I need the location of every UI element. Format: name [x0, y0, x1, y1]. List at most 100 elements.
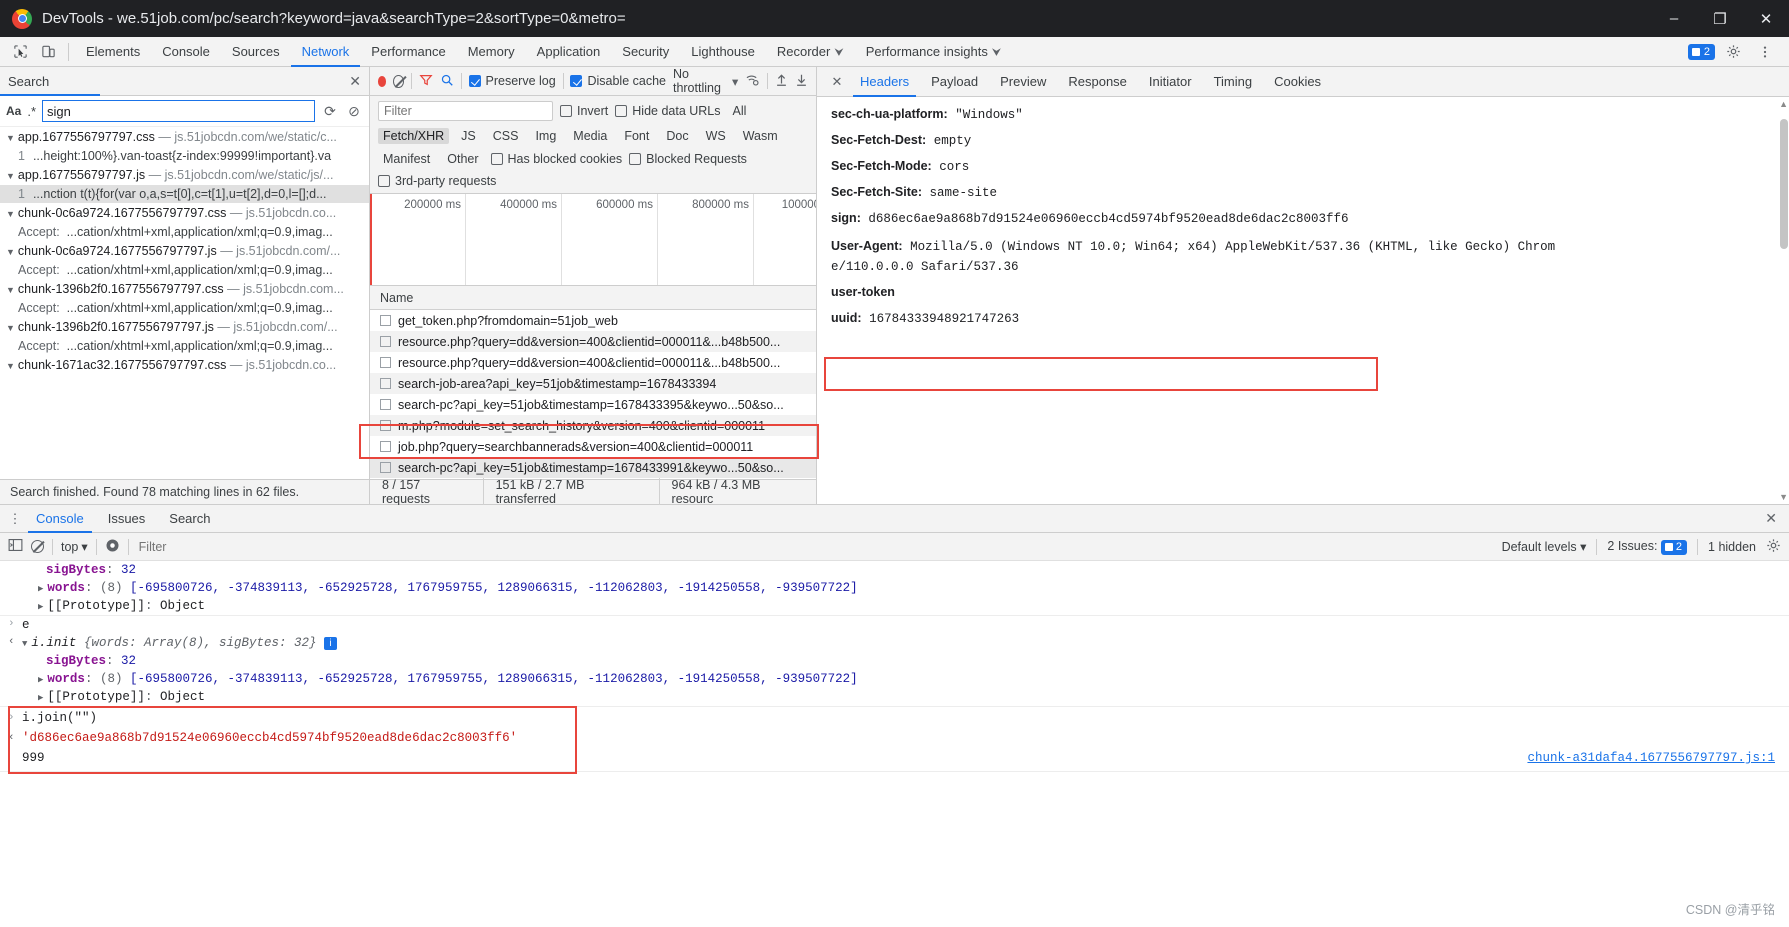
network-overview-timeline[interactable]: 200000 ms 400000 ms 600000 ms 800000 ms 1000… — [370, 194, 816, 286]
info-icon[interactable]: i — [324, 637, 337, 650]
kebab-menu-icon[interactable] — [1751, 39, 1779, 65]
resource-type-doc[interactable]: Doc — [661, 128, 693, 144]
maximize-button[interactable]: ❐ — [1697, 0, 1743, 37]
search-result-file[interactable]: ▼ chunk-1396b2f0.1677556797797.css — js.5… — [0, 279, 369, 299]
tab-console[interactable]: Console — [151, 37, 221, 67]
tab-cookies[interactable]: Cookies — [1263, 67, 1332, 97]
resource-type-all[interactable]: All — [728, 103, 752, 119]
resource-type-img[interactable]: Img — [530, 128, 561, 144]
request-row[interactable]: search-job-area?api_key=51job&timestamp=… — [370, 373, 816, 394]
search-result-line[interactable]: Accept: ...cation/xhtml+xml,application/… — [0, 223, 369, 241]
live-expression-icon[interactable] — [105, 538, 120, 556]
header-row[interactable]: user-token — [831, 285, 1789, 300]
console-sidebar-icon[interactable] — [8, 538, 23, 555]
search-result-file[interactable]: ▼ chunk-1671ac32.1677556797797.css — js.5… — [0, 355, 369, 375]
scroll-up-icon[interactable]: ▲ — [1779, 99, 1788, 109]
resource-type-ws[interactable]: WS — [701, 128, 731, 144]
tab-timing[interactable]: Timing — [1203, 67, 1264, 97]
tab-initiator[interactable]: Initiator — [1138, 67, 1203, 97]
chevron-down-icon[interactable]: ▼ — [6, 361, 15, 371]
resource-type-wasm[interactable]: Wasm — [738, 128, 783, 144]
clear-icon[interactable] — [393, 74, 404, 88]
disable-cache-checkbox[interactable]: Disable cache — [570, 74, 666, 88]
search-results-list[interactable]: ▼ app.1677556797797.css — js.51jobcdn.com… — [0, 127, 369, 479]
clear-console-icon[interactable] — [31, 540, 44, 553]
resource-type-css[interactable]: CSS — [488, 128, 524, 144]
search-result-file[interactable]: ▼ chunk-1396b2f0.1677556797797.js — js.51… — [0, 317, 369, 337]
chevron-down-icon[interactable]: ▾ — [732, 74, 738, 89]
console-issues-link[interactable]: 2 Issues: 2 — [1607, 539, 1688, 555]
network-conditions-icon[interactable] — [745, 73, 760, 89]
network-filter-input[interactable] — [378, 101, 553, 121]
close-drawer-icon[interactable]: ✕ — [1753, 510, 1789, 527]
resource-type-other[interactable]: Other — [442, 151, 483, 167]
hide-data-urls-checkbox[interactable]: Hide data URLs — [615, 104, 721, 118]
tab-performance[interactable]: Performance — [360, 37, 456, 67]
search-icon[interactable] — [440, 73, 454, 90]
close-button[interactable]: ✕ — [1743, 0, 1789, 37]
console-property-row[interactable]: ▶ words: (8) [-695800726, -374839113, -65… — [0, 670, 1789, 688]
console-property-row[interactable]: ▶ words: (8) [-695800726, -374839113, -65… — [0, 579, 1789, 597]
log-levels-select[interactable]: Default levels ▾ — [1502, 539, 1587, 554]
search-result-file[interactable]: ▼ app.1677556797797.css — js.51jobcdn.com… — [0, 127, 369, 147]
drawer-menu-icon[interactable]: ⋮ — [6, 512, 24, 525]
search-input[interactable] — [42, 100, 315, 122]
resource-type-js[interactable]: JS — [456, 128, 481, 144]
header-row[interactable]: uuid: 16784333948921747263 — [831, 311, 1789, 326]
header-row[interactable]: User-Agent: Mozilla/5.0 (Windows NT 10.0… — [831, 239, 1789, 254]
record-icon[interactable] — [378, 75, 387, 87]
regex-toggle[interactable]: .* — [27, 104, 36, 119]
chevron-right-icon[interactable]: ▶ — [38, 602, 43, 612]
search-result-line[interactable]: 1 ...nction t(t){for(var o,a,s=t[0],c=t[1… — [0, 185, 369, 203]
chevron-right-icon[interactable]: ▶ — [38, 693, 43, 703]
chevron-down-icon[interactable]: ▼ — [22, 639, 27, 649]
header-row-sign[interactable]: sign: d686ec6ae9a868b7d91524e06960eccb4c… — [831, 211, 1789, 226]
refresh-icon[interactable]: ⟳ — [321, 103, 339, 120]
invert-checkbox[interactable]: Invert — [560, 104, 608, 118]
close-details-icon[interactable]: ✕ — [825, 74, 849, 90]
throttling-select[interactable]: No throttling — [673, 67, 725, 95]
search-result-line[interactable]: Accept: ...cation/xhtml+xml,application/… — [0, 337, 369, 355]
tab-security[interactable]: Security — [611, 37, 680, 67]
tab-network[interactable]: Network — [290, 37, 361, 67]
request-row[interactable]: job.php?query=searchbannerads&version=40… — [370, 436, 816, 457]
drawer-tab-search[interactable]: Search — [157, 505, 222, 533]
third-party-requests-checkbox[interactable]: 3rd-party requests — [378, 174, 808, 188]
inspect-element-icon[interactable] — [6, 39, 34, 65]
issues-count-badge[interactable]: 2 — [1687, 43, 1715, 60]
request-row[interactable]: resource.php?query=dd&version=400&client… — [370, 352, 816, 373]
gear-icon[interactable] — [1719, 39, 1747, 65]
chevron-right-icon[interactable]: ▶ — [38, 584, 43, 594]
request-row-selected[interactable]: search-pc?api_key=51job&timestamp=167843… — [370, 457, 816, 478]
resource-type-font[interactable]: Font — [619, 128, 654, 144]
scrollbar-thumb[interactable] — [1780, 119, 1788, 249]
tab-preview[interactable]: Preview — [989, 67, 1057, 97]
close-icon[interactable]: ✕ — [349, 73, 361, 90]
console-output[interactable]: sigBytes: 32 ▶ words: (8) [-695800726, -3… — [0, 561, 1789, 924]
tab-payload[interactable]: Payload — [920, 67, 989, 97]
console-prototype-row[interactable]: ▶ [[Prototype]]: Object — [0, 597, 1789, 616]
funnel-icon[interactable] — [419, 73, 433, 90]
clear-search-icon[interactable]: ⊘ — [345, 103, 363, 120]
tab-response[interactable]: Response — [1057, 67, 1138, 97]
export-har-icon[interactable] — [795, 73, 808, 90]
hidden-messages-label[interactable]: 1 hidden — [1708, 540, 1756, 554]
chevron-down-icon[interactable]: ▼ — [6, 209, 15, 219]
headers-scrollbar[interactable]: ▲ ▼ — [1778, 97, 1789, 504]
chevron-down-icon[interactable]: ▼ — [6, 323, 15, 333]
search-result-file[interactable]: ▼ chunk-0c6a9724.1677556797797.js — js.51… — [0, 241, 369, 261]
tab-memory[interactable]: Memory — [457, 37, 526, 67]
header-row[interactable]: Sec-Fetch-Site: same-site — [831, 185, 1789, 200]
resource-type-fetch-xhr[interactable]: Fetch/XHR — [378, 128, 450, 144]
tab-sources[interactable]: Sources — [221, 37, 291, 67]
match-case-toggle[interactable]: Aa — [6, 104, 21, 118]
header-row[interactable]: sec-ch-ua-platform: "Windows" — [831, 107, 1789, 122]
preserve-log-checkbox[interactable]: Preserve log — [468, 74, 556, 88]
search-result-file[interactable]: ▼ chunk-0c6a9724.1677556797797.css — js.5… — [0, 203, 369, 223]
execution-context-select[interactable]: top ▾ — [61, 539, 88, 555]
request-row[interactable]: get_token.php?fromdomain=51job_web — [370, 310, 816, 331]
has-blocked-cookies-checkbox[interactable]: Has blocked cookies — [490, 152, 622, 166]
header-row[interactable]: Sec-Fetch-Mode: cors — [831, 159, 1789, 174]
tab-performance-insights[interactable]: Performance insights ⮟ — [855, 37, 1012, 67]
search-result-line[interactable]: Accept: ...cation/xhtml+xml,application/… — [0, 299, 369, 317]
